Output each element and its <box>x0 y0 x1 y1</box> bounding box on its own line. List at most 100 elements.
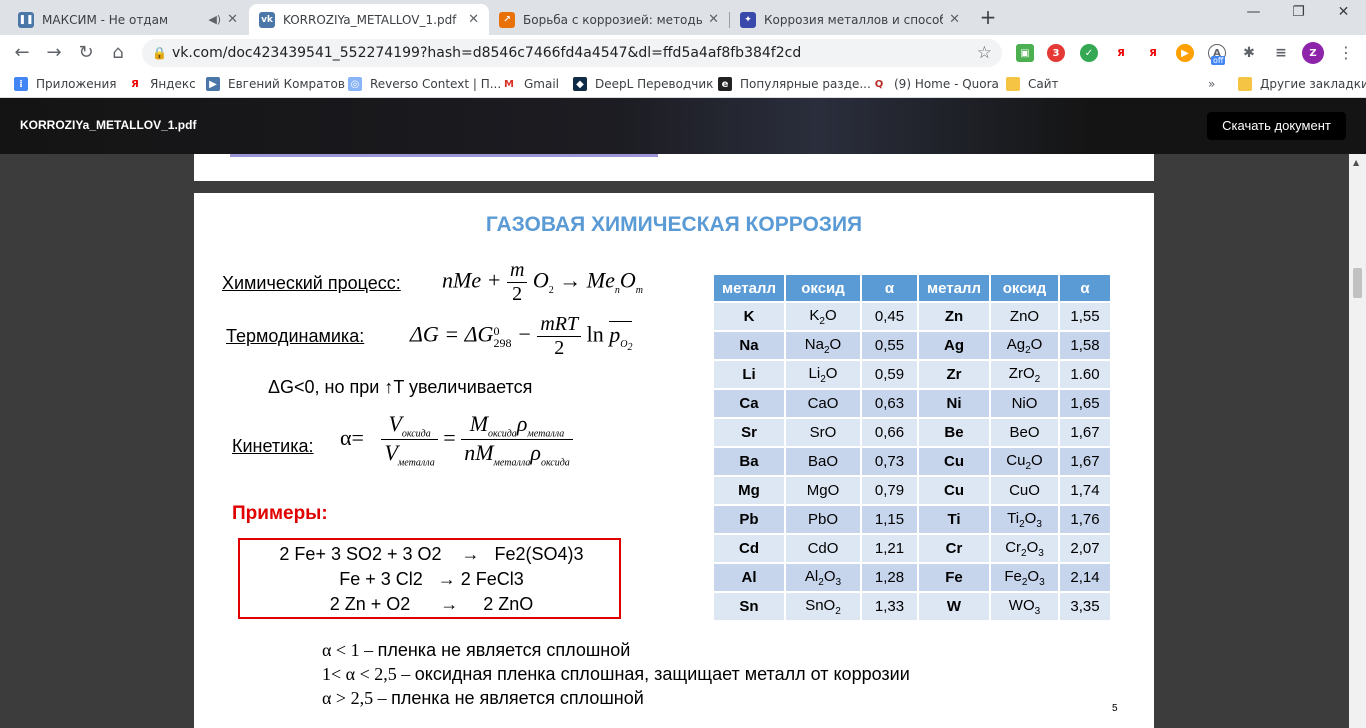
close-window-button[interactable]: ✕ <box>1321 4 1366 20</box>
kinetics-formula: α= Vоксида Vметалла = Mоксидаρметалла nMме… <box>340 411 573 469</box>
apps-icon: ⁞ <box>14 77 28 91</box>
back-button[interactable]: ← <box>10 41 34 65</box>
alpha-cell: 1.60 <box>1060 361 1110 388</box>
speaker-icon[interactable]: ◀) <box>208 13 221 26</box>
new-tab-button[interactable]: + <box>976 5 1000 29</box>
tab-strip: ❚❚ МАКСИМ - Не отдам ◀) ✕ vk KORROZIYa_M… <box>0 0 1366 35</box>
bookmark-label: Яндекс <box>150 77 196 91</box>
badge-count: 3 <box>1052 47 1060 59</box>
minimize-button[interactable]: — <box>1231 4 1276 20</box>
address-bar[interactable]: 🔒 vk.com/doc423439541_552274199?hash=d85… <box>142 39 1002 67</box>
oxide-cell: MgO <box>786 477 860 504</box>
scroll-up-icon[interactable]: ▲ <box>1353 158 1359 167</box>
condition-expr: α < 1 – <box>322 640 378 660</box>
metal-cell: Zn <box>919 303 989 330</box>
bookmark-popular[interactable]: e Популярные разде... <box>718 75 871 93</box>
alpha-cell: 1,67 <box>1060 419 1110 446</box>
chemical-process-formula: nMe + m2 O2 → MenOm <box>442 259 643 305</box>
alpha-cell: 1,74 <box>1060 477 1110 504</box>
bookmark-site[interactable]: Сайт <box>1006 75 1059 93</box>
tab-title: Коррозия металлов и способы <box>764 12 944 27</box>
other-bookmarks[interactable]: Другие закладки <box>1238 75 1366 93</box>
condition-line: α > 2,5 – пленка не является сплошной <box>322 688 644 709</box>
alpha-cell: 1,21 <box>862 535 917 562</box>
example-reaction: 2 Zn + O2 → 2 ZnO <box>329 594 534 614</box>
more-bookmarks-icon[interactable]: » <box>1208 75 1215 93</box>
yandex-ext-icon[interactable]: Я <box>1112 44 1130 62</box>
bookmark-apps[interactable]: ⁞ Приложения <box>14 75 117 93</box>
alpha-cell: 1,58 <box>1060 332 1110 359</box>
table-row: Sr SrO 0,66 Be BeO 1,67 <box>714 419 1110 446</box>
tab-corrosion-methods[interactable]: ↗ Борьба с коррозией: методы за ✕ <box>489 4 729 35</box>
alpha-cell: 1,65 <box>1060 390 1110 417</box>
alpha-cell: 1,28 <box>862 564 917 591</box>
bookmark-deepl[interactable]: ◆ DeepL Переводчик <box>573 75 713 93</box>
close-icon[interactable]: ✕ <box>227 12 238 27</box>
bookmark-gmail[interactable]: M Gmail <box>502 75 559 93</box>
table-header-row: металл оксид α металл оксид α <box>714 275 1110 301</box>
close-icon[interactable]: ✕ <box>708 12 719 27</box>
puzzle-icon[interactable]: ✱ <box>1240 44 1258 62</box>
example-reaction: 2 Fe+ 3 SO2 + 3 O2 → Fe2(SO4)3 <box>279 544 584 564</box>
check-icon[interactable]: ✓ <box>1080 44 1098 62</box>
bookmark-komratov[interactable]: ▶ Евгений Комратов <box>206 75 345 93</box>
bookmark-star-icon[interactable]: ☆ <box>977 39 992 67</box>
column-header: α <box>1060 275 1110 301</box>
other-bookmarks-label: Другие закладки <box>1260 77 1366 91</box>
oxide-cell: Al2O3 <box>786 564 860 591</box>
metal-cell: Cu <box>919 477 989 504</box>
bookmark-quora[interactable]: Q (9) Home - Quora <box>872 75 999 93</box>
alpha-cell: 0,63 <box>862 390 917 417</box>
table-row: Sn SnO2 1,33 W WO3 3,35 <box>714 593 1110 620</box>
examples-box: 2 Fe+ 3 SO2 + 3 O2 → Fe2(SO4)3 Fe + 3 Cl… <box>238 538 621 619</box>
playlist-icon[interactable]: ≡ <box>1272 44 1290 62</box>
home-button[interactable]: ⌂ <box>106 41 130 65</box>
scrollbar-thumb[interactable] <box>1353 268 1362 298</box>
metal-cell: W <box>919 593 989 620</box>
avatar[interactable]: Z <box>1302 42 1324 64</box>
yandex-icon[interactable]: Я <box>1144 44 1162 62</box>
extension-icon[interactable]: ▣ <box>1016 44 1034 62</box>
metal-cell: K <box>714 303 784 330</box>
metal-cell: Be <box>919 419 989 446</box>
alpha-cell: 3,35 <box>1060 593 1110 620</box>
menu-icon[interactable]: ⋮ <box>1334 41 1358 65</box>
download-button[interactable]: Скачать документ <box>1207 112 1346 140</box>
previous-page-bottom <box>194 154 1154 181</box>
lock-icon[interactable]: 🔒 <box>152 39 167 67</box>
bookmark-label: Популярные разде... <box>740 77 871 91</box>
orange-ext-icon[interactable]: ▶ <box>1176 44 1194 62</box>
tab-corrosion-metals[interactable]: ✦ Коррозия металлов и способы ✕ <box>730 4 970 35</box>
alpha-cell: 0,59 <box>862 361 917 388</box>
slide-title: ГАЗОВАЯ ХИМИЧЕСКАЯ КОРРОЗИЯ <box>485 213 863 236</box>
table-row: Li Li2O 0,59 Zr ZrO2 1.60 <box>714 361 1110 388</box>
close-icon[interactable]: ✕ <box>468 12 479 27</box>
alpha-cell: 2,07 <box>1060 535 1110 562</box>
alpha-cell: 0,55 <box>862 332 917 359</box>
document-filename: KORROZIYa_METALLOV_1.pdf <box>20 118 197 132</box>
tab-pdf[interactable]: vk KORROZIYa_METALLOV_1.pdf ✕ <box>249 4 489 35</box>
bookmark-yandex[interactable]: Я Яндекс <box>128 75 196 93</box>
bookmark-label: Gmail <box>524 77 560 91</box>
restore-button[interactable]: ❐ <box>1276 4 1321 20</box>
url-text: vk.com/doc423439541_552274199?hash=d8546… <box>172 45 802 61</box>
off-badge: off <box>1211 56 1226 65</box>
bookmark-label: (9) Home - Quora <box>894 77 999 91</box>
bookmark-reverso[interactable]: ◎ Reverso Context | П... <box>348 75 501 93</box>
close-icon[interactable]: ✕ <box>949 12 960 27</box>
reverso-icon: ◎ <box>348 77 362 91</box>
opera-badge-icon[interactable]: 3 <box>1047 44 1065 62</box>
oxide-cell: Cu2O <box>991 448 1058 475</box>
tab-music[interactable]: ❚❚ МАКСИМ - Не отдам ◀) ✕ <box>8 4 248 35</box>
folder-icon <box>1238 77 1252 91</box>
reload-button[interactable]: ↻ <box>74 41 98 65</box>
deepl-icon: ◆ <box>573 77 587 91</box>
e-icon: e <box>718 77 732 91</box>
column-header: α <box>862 275 917 301</box>
metal-cell: Fe <box>919 564 989 591</box>
metal-cell: Cd <box>714 535 784 562</box>
scrollbar-track[interactable]: ▲ <box>1349 154 1366 728</box>
alpha-cell: 0,73 <box>862 448 917 475</box>
forward-button[interactable]: → <box>42 41 66 65</box>
chemical-process-label: Химический процесс: <box>222 273 401 293</box>
